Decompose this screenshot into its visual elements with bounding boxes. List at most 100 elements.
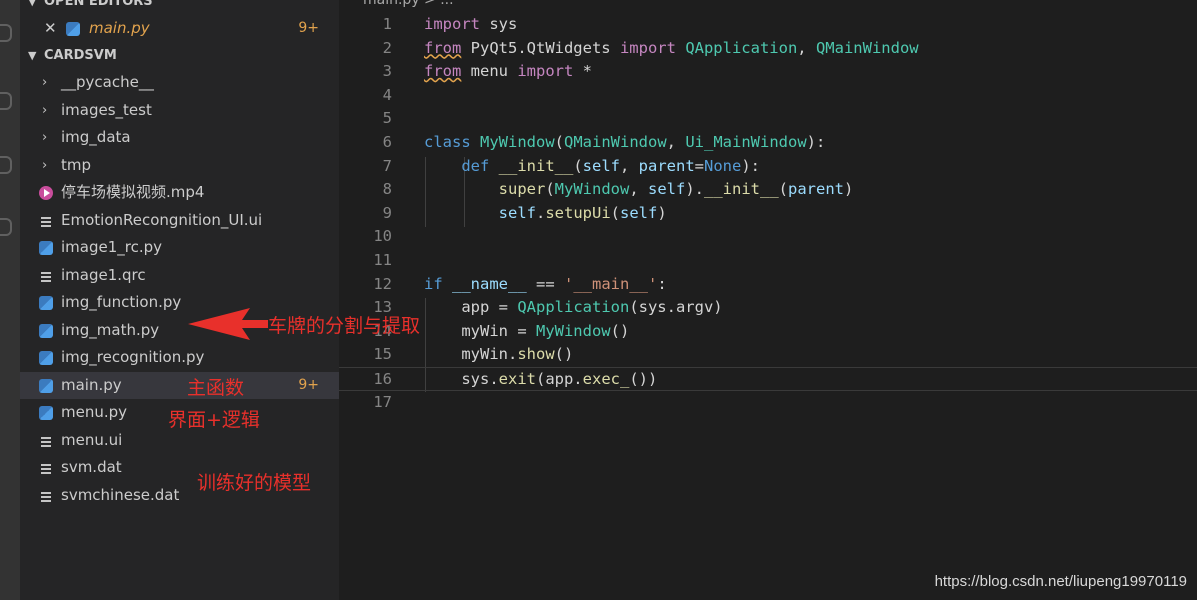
file-item[interactable]: 停车场模拟视频.mp4	[20, 179, 339, 206]
code-line[interactable]: 8 super(MyWindow, self).__init__(parent)	[339, 178, 1197, 202]
code-line[interactable]: 3 from menu import *	[339, 60, 1197, 84]
code-text: class MyWindow(QMainWindow, Ui_MainWindo…	[424, 133, 826, 151]
chevron-right-icon: ›	[42, 157, 48, 173]
folder-item[interactable]: › images_test	[20, 97, 339, 124]
code-text: myWin.show()	[424, 345, 574, 364]
annotation-plate-segmentation: 车牌的分割与提取	[268, 315, 421, 337]
line-number: 8	[382, 180, 392, 199]
code-line[interactable]: 10	[339, 225, 1197, 249]
code-text: from PyQt5.QtWidgets import QApplication…	[424, 38, 919, 57]
file-name: menu.ui	[61, 430, 123, 449]
code-text: from menu import *	[424, 62, 592, 81]
file-name: menu.py	[61, 403, 128, 421]
annotation-main-function: 主函数	[187, 377, 245, 399]
file-name: svmchinese.dat	[61, 485, 180, 504]
chevron-down-icon: ▼	[28, 49, 37, 62]
chevron-down-icon: ▼	[28, 0, 37, 8]
file-name: __pycache__	[61, 73, 154, 91]
python-icon	[39, 323, 53, 338]
problems-badge: 9+	[298, 376, 319, 393]
code-text: myWin = MyWindow()	[424, 321, 630, 340]
code-line[interactable]: 9 self.setupUi(self)	[339, 202, 1197, 226]
open-editor-item[interactable]: ✕ main.py 9+	[20, 15, 339, 42]
code-line[interactable]: 7 def __init__(self, parent=None):	[339, 155, 1197, 179]
breadcrumb[interactable]: main.py > ...	[363, 0, 454, 8]
code-line[interactable]: 16 sys.exit(app.exec_())	[339, 367, 1197, 391]
line-number: 1	[382, 15, 392, 33]
code-line[interactable]: 4	[339, 84, 1197, 108]
file-name: image1_rc.py	[61, 238, 163, 256]
activity-bar	[0, 0, 20, 600]
file-item[interactable]: EmotionRecongnition_UI.ui	[20, 207, 339, 234]
watermark: https://blog.csdn.net/liupeng19970119	[934, 573, 1187, 590]
explorer-icon[interactable]	[0, 24, 12, 42]
folder-item[interactable]: › tmp	[20, 152, 339, 179]
line-number: 7	[382, 156, 392, 175]
line-number: 11	[373, 251, 392, 269]
file-item[interactable]: image1.qrc	[20, 262, 339, 289]
source-control-icon[interactable]	[0, 156, 12, 174]
code-line[interactable]: 15 myWin.show()	[339, 343, 1197, 367]
file-item[interactable]: main.py 9+	[20, 371, 339, 399]
code-text: self.setupUi(self)	[498, 203, 667, 222]
code-line[interactable]: 2 from PyQt5.QtWidgets import QApplicatio…	[339, 37, 1197, 61]
file-name: img_math.py	[61, 320, 160, 339]
folder-item[interactable]: › __pycache__	[20, 69, 339, 96]
file-name: img_function.py	[61, 293, 182, 311]
line-number: 16	[373, 370, 392, 388]
file-item[interactable]: img_recognition.py	[20, 344, 339, 371]
line-number: 2	[382, 38, 392, 57]
open-editor-name: main.py	[89, 19, 150, 37]
chevron-right-icon: ›	[42, 102, 48, 118]
code-line[interactable]: 14 myWin = MyWindow()	[339, 320, 1197, 344]
file-name: EmotionRecongnition_UI.ui	[61, 210, 263, 229]
annotation-trained-model: 训练好的模型	[197, 472, 312, 494]
code-line[interactable]: 5	[339, 107, 1197, 131]
file-name: img_recognition.py	[61, 348, 205, 366]
file-name: main.py	[61, 375, 122, 394]
python-icon	[39, 406, 53, 420]
search-icon[interactable]	[0, 92, 12, 110]
code-line[interactable]: 13 app = QApplication(sys.argv)	[339, 296, 1197, 320]
code-text: sys.exit(app.exec_())	[424, 370, 658, 388]
line-number: 5	[382, 109, 392, 128]
python-icon	[39, 351, 53, 365]
video-icon	[39, 186, 53, 200]
line-number: 17	[373, 392, 392, 411]
file-item[interactable]: image1_rc.py	[20, 234, 339, 261]
file-name: images_test	[61, 100, 152, 119]
file-name: image1.qrc	[61, 265, 146, 284]
line-number: 15	[373, 345, 392, 364]
line-number: 4	[382, 85, 392, 104]
open-editors-label: OPEN EDITORS	[44, 0, 153, 9]
code-text: import sys	[424, 15, 518, 33]
red-arrow-icon	[188, 308, 268, 340]
file-name: 停车场模拟视频.mp4	[61, 183, 205, 201]
problems-badge: 9+	[298, 20, 319, 36]
code-line[interactable]: 11	[339, 249, 1197, 273]
code-line[interactable]: 1 import sys	[339, 13, 1197, 37]
code-line[interactable]: 6 class MyWindow(QMainWindow, Ui_MainWind…	[339, 131, 1197, 155]
debug-icon[interactable]	[0, 218, 12, 236]
project-folder-header[interactable]: ▼ CARDSVM	[20, 42, 339, 69]
explorer-sidebar: ▼ OPEN EDITORS ✕ main.py 9+ ▼ CARDSVM › _…	[20, 0, 339, 600]
file-lines-icon	[41, 491, 51, 502]
code-text: if __name__ == '__main__':	[424, 274, 667, 293]
code-text: super(MyWindow, self).__init__(parent)	[498, 180, 854, 199]
python-icon	[39, 241, 53, 255]
close-icon[interactable]: ✕	[44, 15, 57, 42]
code-line[interactable]: 12 if __name__ == '__main__':	[339, 273, 1197, 297]
open-editors-header[interactable]: ▼ OPEN EDITORS	[20, 0, 339, 15]
line-number: 12	[373, 274, 392, 293]
code-line[interactable]: 17	[339, 391, 1197, 415]
file-name: tmp	[61, 155, 92, 174]
python-icon	[66, 22, 80, 36]
folder-item[interactable]: › img_data	[20, 124, 339, 151]
chevron-right-icon: ›	[42, 75, 48, 90]
code-editor[interactable]: main.py > ... 1 import sys 2 from PyQt5.QtW…	[339, 0, 1197, 600]
file-lines-icon	[41, 464, 51, 474]
chevron-right-icon: ›	[42, 130, 48, 145]
project-label: CARDSVM	[44, 48, 117, 63]
line-number: 10	[373, 227, 392, 246]
python-icon	[39, 378, 53, 393]
